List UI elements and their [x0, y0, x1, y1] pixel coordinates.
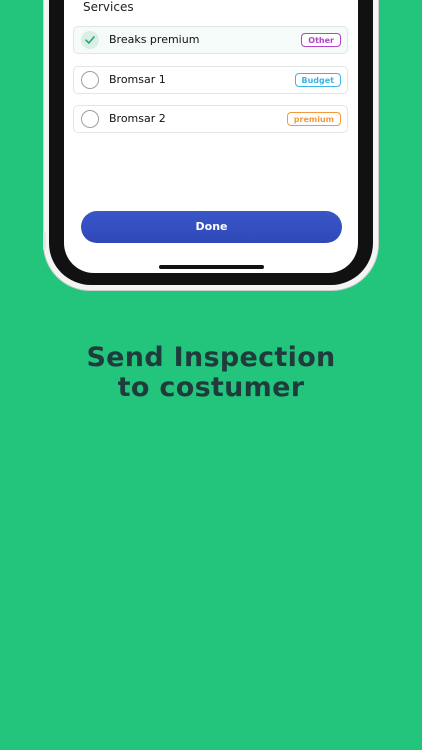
service-row-bromsar-2[interactable]: Bromsar 2 premium — [73, 105, 348, 133]
service-row-breaks-premium[interactable]: Breaks premium Other — [73, 26, 348, 54]
radio-icon[interactable] — [81, 71, 99, 89]
service-name: Bromsar 2 — [109, 112, 166, 125]
radio-icon[interactable] — [81, 110, 99, 128]
checked-radio-icon[interactable] — [81, 31, 99, 49]
service-tag: Budget — [294, 73, 341, 87]
phone-screen: Services Breaks premium Other Bromsar 1 … — [64, 0, 358, 273]
services-title: Services — [83, 0, 134, 14]
done-button[interactable]: Done — [81, 211, 342, 243]
home-indicator — [159, 265, 264, 269]
headline-line-1: Send Inspection — [86, 342, 336, 373]
headline-line-2: to costumer — [117, 372, 305, 403]
phone-side-button — [43, 232, 46, 250]
check-icon — [85, 36, 95, 44]
service-tag: Other — [301, 33, 341, 47]
service-name: Bromsar 1 — [109, 73, 166, 86]
service-row-bromsar-1[interactable]: Bromsar 1 Budget — [73, 66, 348, 94]
service-name: Breaks premium — [109, 33, 200, 46]
service-tag: premium — [286, 112, 341, 126]
headline: Send Inspection to costumer — [0, 343, 422, 403]
